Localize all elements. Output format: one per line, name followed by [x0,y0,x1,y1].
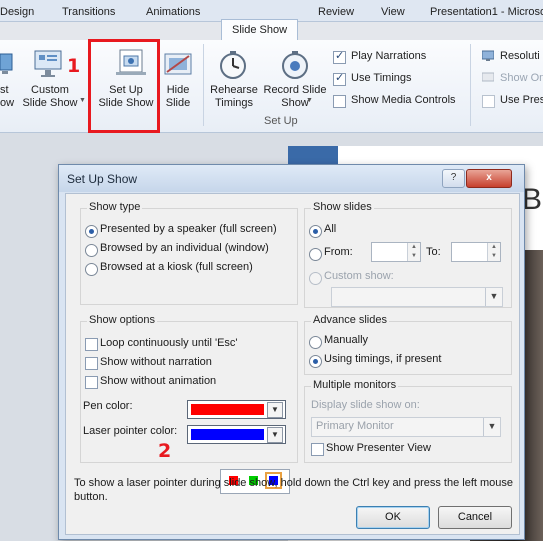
option-to: To: [426,246,441,258]
custom-show-select[interactable]: ▼ [331,287,503,307]
pen-color-dropdown-icon[interactable]: ▼ [267,402,283,418]
monitor-select-value: Primary Monitor [316,420,394,432]
show-media-controls-label: Show Media Controls [351,94,456,106]
radio-all-slides[interactable] [309,225,322,238]
group-label-set-up: Set Up [264,115,298,127]
laser-color-label: Laser pointer color: [83,425,178,437]
option-custom-show: Custom show: [324,270,394,282]
multiple-monitors-title: Multiple monitors [311,379,399,391]
presenter-view-label: Show Presenter View [326,442,431,454]
laser-color-picker[interactable]: ▼ [187,425,286,444]
laser-color-dropdown-icon[interactable]: ▼ [267,427,283,443]
resolution-icon [481,50,495,62]
show-type-group: Show type Presented by a speaker (full s… [80,201,298,305]
cancel-button[interactable]: Cancel [438,506,512,529]
dialog-title: Set Up Show [67,172,138,186]
multiple-monitors-group: Multiple monitors Display slide show on:… [304,379,512,463]
loop-label: Loop continuously until 'Esc' [100,337,238,349]
highlight-box-set-up [88,39,160,133]
radio-browsed-by-individual[interactable] [85,244,98,257]
display-on-label: Display slide show on: [311,399,420,411]
from-start-icon [0,52,14,78]
radio-presented-by-speaker[interactable] [85,225,98,238]
use-presenter-view-label: Use Pres [500,94,543,106]
annotation-2: 2 [158,440,172,462]
tab-transitions[interactable]: Transitions [62,3,115,21]
set-up-show-dialog: Set Up Show ? x Show type Presented by a… [58,164,525,540]
to-slide-input[interactable]: ▲ ▼ [451,242,501,262]
slide-title-text: Be [522,183,543,216]
ribbon-separator [203,44,204,126]
play-narrations-checkbox[interactable] [333,49,346,64]
custom-slide-show-icon [33,48,65,78]
pen-color-picker[interactable]: ▼ [187,400,286,419]
record-dropdown-icon[interactable]: ▼ [306,97,313,104]
record-slide-show-icon [280,50,310,80]
radio-browsed-at-kiosk[interactable] [85,263,98,276]
resolution-label[interactable]: Resoluti [500,50,540,62]
laser-color-swatch [191,429,264,440]
tab-review[interactable]: Review [318,3,354,21]
show-media-controls-checkbox[interactable] [333,95,346,108]
show-slides-title: Show slides [311,201,374,213]
without-animation-checkbox[interactable] [85,376,98,389]
window-title: Presentation1 - Microsoft Po [430,6,543,18]
advance-slides-group: Advance slides Manually Using timings, i… [304,314,512,375]
tab-slide-show[interactable]: Slide Show [221,19,299,41]
use-timings-checkbox[interactable] [333,71,346,86]
show-options-group: Show options Loop continuously until 'Es… [80,314,298,463]
option-manually: Manually [324,334,369,346]
radio-using-timings[interactable] [309,355,322,368]
tab-animations[interactable]: Animations [146,3,200,21]
custom-slide-show-button[interactable]: Custom Slide Show [15,84,85,110]
option-from: From: [324,246,353,258]
dialog-body: Show type Presented by a speaker (full s… [65,193,520,535]
help-button[interactable]: ? [442,169,465,188]
ok-button[interactable]: OK [356,506,430,529]
loop-checkbox[interactable] [85,338,98,351]
use-presenter-view-checkbox[interactable] [482,95,495,108]
custom-show-dropdown-icon[interactable]: ▼ [485,288,502,306]
from-start-button[interactable]: st ow [0,84,14,110]
radio-custom-show[interactable] [309,272,322,285]
to-slide-spinner[interactable]: ▲ ▼ [487,243,500,261]
tab-view[interactable]: View [381,3,405,21]
pen-color-label: Pen color: [83,400,133,412]
play-narrations-label: Play Narrations [351,50,427,62]
monitor-dropdown-icon[interactable]: ▼ [483,418,500,436]
without-narration-checkbox[interactable] [85,357,98,370]
record-slide-show-button[interactable]: Record Slide Show [262,84,328,110]
from-slide-spinner[interactable]: ▲ ▼ [407,243,420,261]
presenter-view-checkbox[interactable] [311,443,324,456]
rehearse-timings-icon [218,50,248,80]
radio-manually[interactable] [309,336,322,349]
close-button[interactable]: x [466,169,512,188]
hide-slide-icon [163,52,193,78]
show-type-title: Show type [87,201,143,213]
without-narration-label: Show without narration [100,356,212,368]
option-using-timings: Using timings, if present [324,353,442,365]
rehearse-timings-button[interactable]: Rehearse Timings [206,84,262,110]
option-all: All [324,223,337,235]
option-presented-by-speaker: Presented by a speaker (full screen) [100,223,277,235]
tab-design[interactable]: Design [0,3,34,21]
laser-pointer-hint: To show a laser pointer during slide sho… [74,477,514,503]
show-on-icon [481,72,495,84]
ribbon-separator-2 [470,44,471,126]
annotation-1: 1 [67,55,81,77]
custom-dropdown-icon[interactable]: ▼ [79,97,86,104]
advance-slides-title: Advance slides [311,314,389,326]
hide-slide-button[interactable]: Hide Slide [158,84,198,110]
option-browsed-by-individual: Browsed by an individual (window) [100,242,269,254]
without-animation-label: Show without animation [100,375,217,387]
radio-from-slide[interactable] [309,248,322,261]
pen-color-swatch [191,404,264,415]
from-slide-input[interactable]: ▲ ▼ [371,242,421,262]
monitor-select[interactable]: Primary Monitor ▼ [311,417,501,437]
show-on-label: Show On [500,72,543,84]
show-options-title: Show options [87,314,158,326]
option-browsed-at-kiosk: Browsed at a kiosk (full screen) [100,261,253,273]
use-timings-label: Use Timings [351,72,412,84]
show-slides-group: Show slides All From: ▲ ▼ To: ▲ ▼ Custom s… [304,201,512,308]
